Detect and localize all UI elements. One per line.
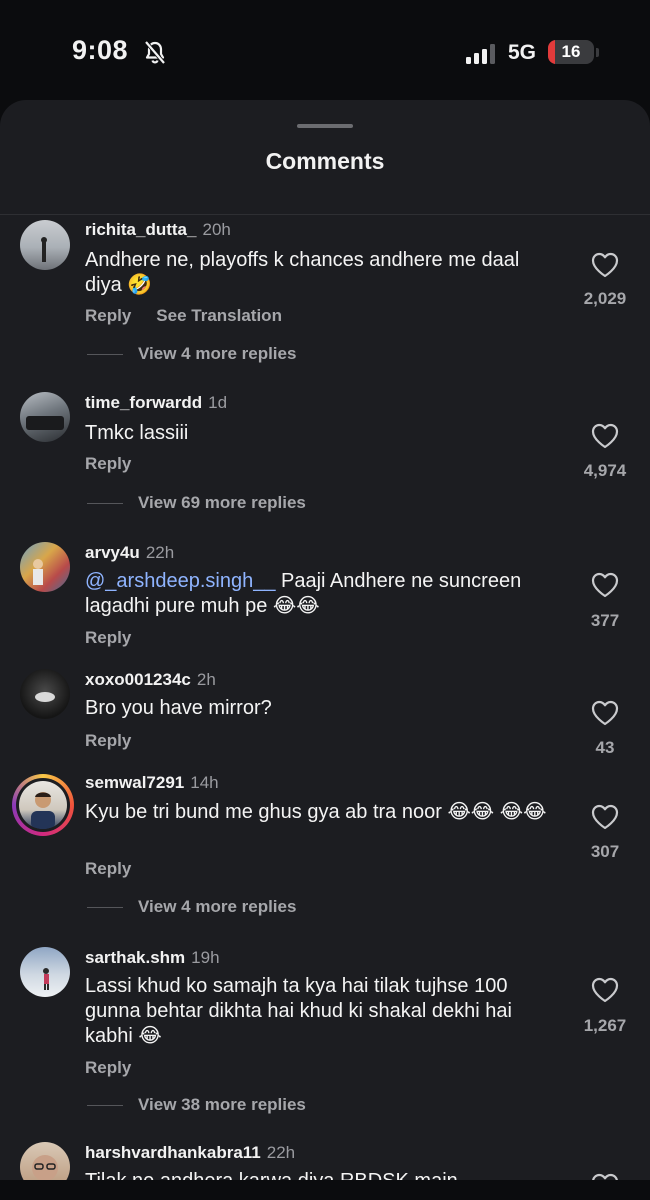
username[interactable]: time_forwardd <box>85 393 202 412</box>
bottom-edge <box>0 1180 650 1200</box>
replies-line <box>87 354 123 356</box>
reply-button[interactable]: Reply <box>85 731 131 750</box>
avatar[interactable] <box>20 220 70 270</box>
username[interactable]: xoxo001234c <box>85 670 191 689</box>
comment-text: Bro you have mirror? <box>85 697 272 719</box>
view-replies-label: View 4 more replies <box>138 897 297 916</box>
heart-icon[interactable] <box>591 252 619 278</box>
timestamp: 22h <box>145 543 175 562</box>
heart-icon[interactable] <box>591 804 619 830</box>
replies-line <box>87 1105 123 1107</box>
comment-text: Lassi khud ko samajh ta kya hai tilak tu… <box>85 975 512 1047</box>
comment-actions: Reply <box>85 859 156 879</box>
comment-header: semwal7291 14h <box>85 773 219 793</box>
avatar[interactable] <box>20 542 70 592</box>
comment-actions: Reply <box>85 1058 156 1078</box>
avatar <box>19 781 67 829</box>
like-count: 4,974 <box>583 461 627 480</box>
battery-tip <box>596 48 599 57</box>
comment-header: xoxo001234c 2h <box>85 670 216 690</box>
view-replies-label: View 38 more replies <box>138 1095 306 1114</box>
status-time: 9:08 <box>72 35 129 65</box>
username[interactable]: semwal7291 <box>85 773 184 792</box>
comment-text: Kyu be tri bund me ghus gya ab tra noor … <box>85 801 547 823</box>
comment-actions: Reply <box>85 454 156 474</box>
see-translation-button[interactable]: See Translation <box>156 306 282 325</box>
network-type: 5G <box>508 41 537 64</box>
divider <box>0 214 650 215</box>
avatar[interactable] <box>20 947 70 997</box>
reply-button[interactable]: Reply <box>85 454 131 473</box>
bell-slash-icon <box>144 40 166 65</box>
view-replies-label: View 4 more replies <box>138 344 297 363</box>
signal-bars-icon <box>466 44 495 64</box>
comment-header: sarthak.shm 19h <box>85 948 220 968</box>
comment-actions: Reply See Translation <box>85 306 307 326</box>
sheet-title: Comments <box>265 148 385 174</box>
comment-header: harshvardhankabra11 22h <box>85 1143 295 1163</box>
mention-link[interactable]: @_arshdeep.singh__ <box>85 570 275 592</box>
timestamp: 22h <box>266 1143 296 1162</box>
reply-button[interactable]: Reply <box>85 859 131 878</box>
reply-button[interactable]: Reply <box>85 1058 131 1077</box>
replies-line <box>87 503 123 505</box>
status-bar: 9:08 5G 16 <box>0 0 650 100</box>
comment-header: richita_dutta_ 20h <box>85 220 231 240</box>
battery-level: 16 <box>561 42 581 61</box>
like-count: 1,267 <box>583 1016 627 1035</box>
heart-icon[interactable] <box>591 423 619 449</box>
username[interactable]: sarthak.shm <box>85 948 185 967</box>
avatar[interactable] <box>20 669 70 719</box>
heart-icon[interactable] <box>591 700 619 726</box>
timestamp: 19h <box>191 948 220 967</box>
comment-header: arvy4u 22h <box>85 543 174 563</box>
username[interactable]: arvy4u <box>85 543 140 562</box>
username[interactable]: harshvardhankabra11 <box>85 1143 261 1162</box>
view-replies-button[interactable]: View 38 more replies <box>87 1095 306 1115</box>
drag-handle[interactable] <box>297 124 353 128</box>
view-replies-button[interactable]: View 4 more replies <box>87 344 296 364</box>
like-count: 307 <box>590 842 620 861</box>
view-replies-button[interactable]: View 69 more replies <box>87 493 306 513</box>
comment-text: Andhere ne, playoffs k chances andhere m… <box>85 249 520 296</box>
username[interactable]: richita_dutta_ <box>85 220 196 239</box>
timestamp: 1d <box>208 393 228 412</box>
heart-icon[interactable] <box>591 572 619 598</box>
avatar-story-ring[interactable] <box>12 774 74 836</box>
comment-text: Tmkc lassiii <box>85 422 189 444</box>
like-count: 43 <box>595 738 615 757</box>
view-replies-button[interactable]: View 4 more replies <box>87 897 296 917</box>
reply-button[interactable]: Reply <box>85 628 131 647</box>
comment-header: time_forwardd 1d <box>85 393 227 413</box>
reply-button[interactable]: Reply <box>85 306 131 325</box>
timestamp: 2h <box>196 670 216 689</box>
like-count: 2,029 <box>583 289 627 308</box>
comment-text: @_arshdeep.singh__ Paaji Andhere ne sunc… <box>85 569 555 619</box>
like-count: 377 <box>590 611 620 630</box>
comment-actions: Reply <box>85 731 156 751</box>
avatar[interactable] <box>20 392 70 442</box>
timestamp: 20h <box>202 220 231 239</box>
replies-line <box>87 907 123 909</box>
comment-actions: Reply <box>85 628 156 648</box>
battery-icon: 16 <box>548 40 594 64</box>
heart-icon[interactable] <box>591 977 619 1003</box>
view-replies-label: View 69 more replies <box>138 493 306 512</box>
timestamp: 14h <box>190 773 219 792</box>
